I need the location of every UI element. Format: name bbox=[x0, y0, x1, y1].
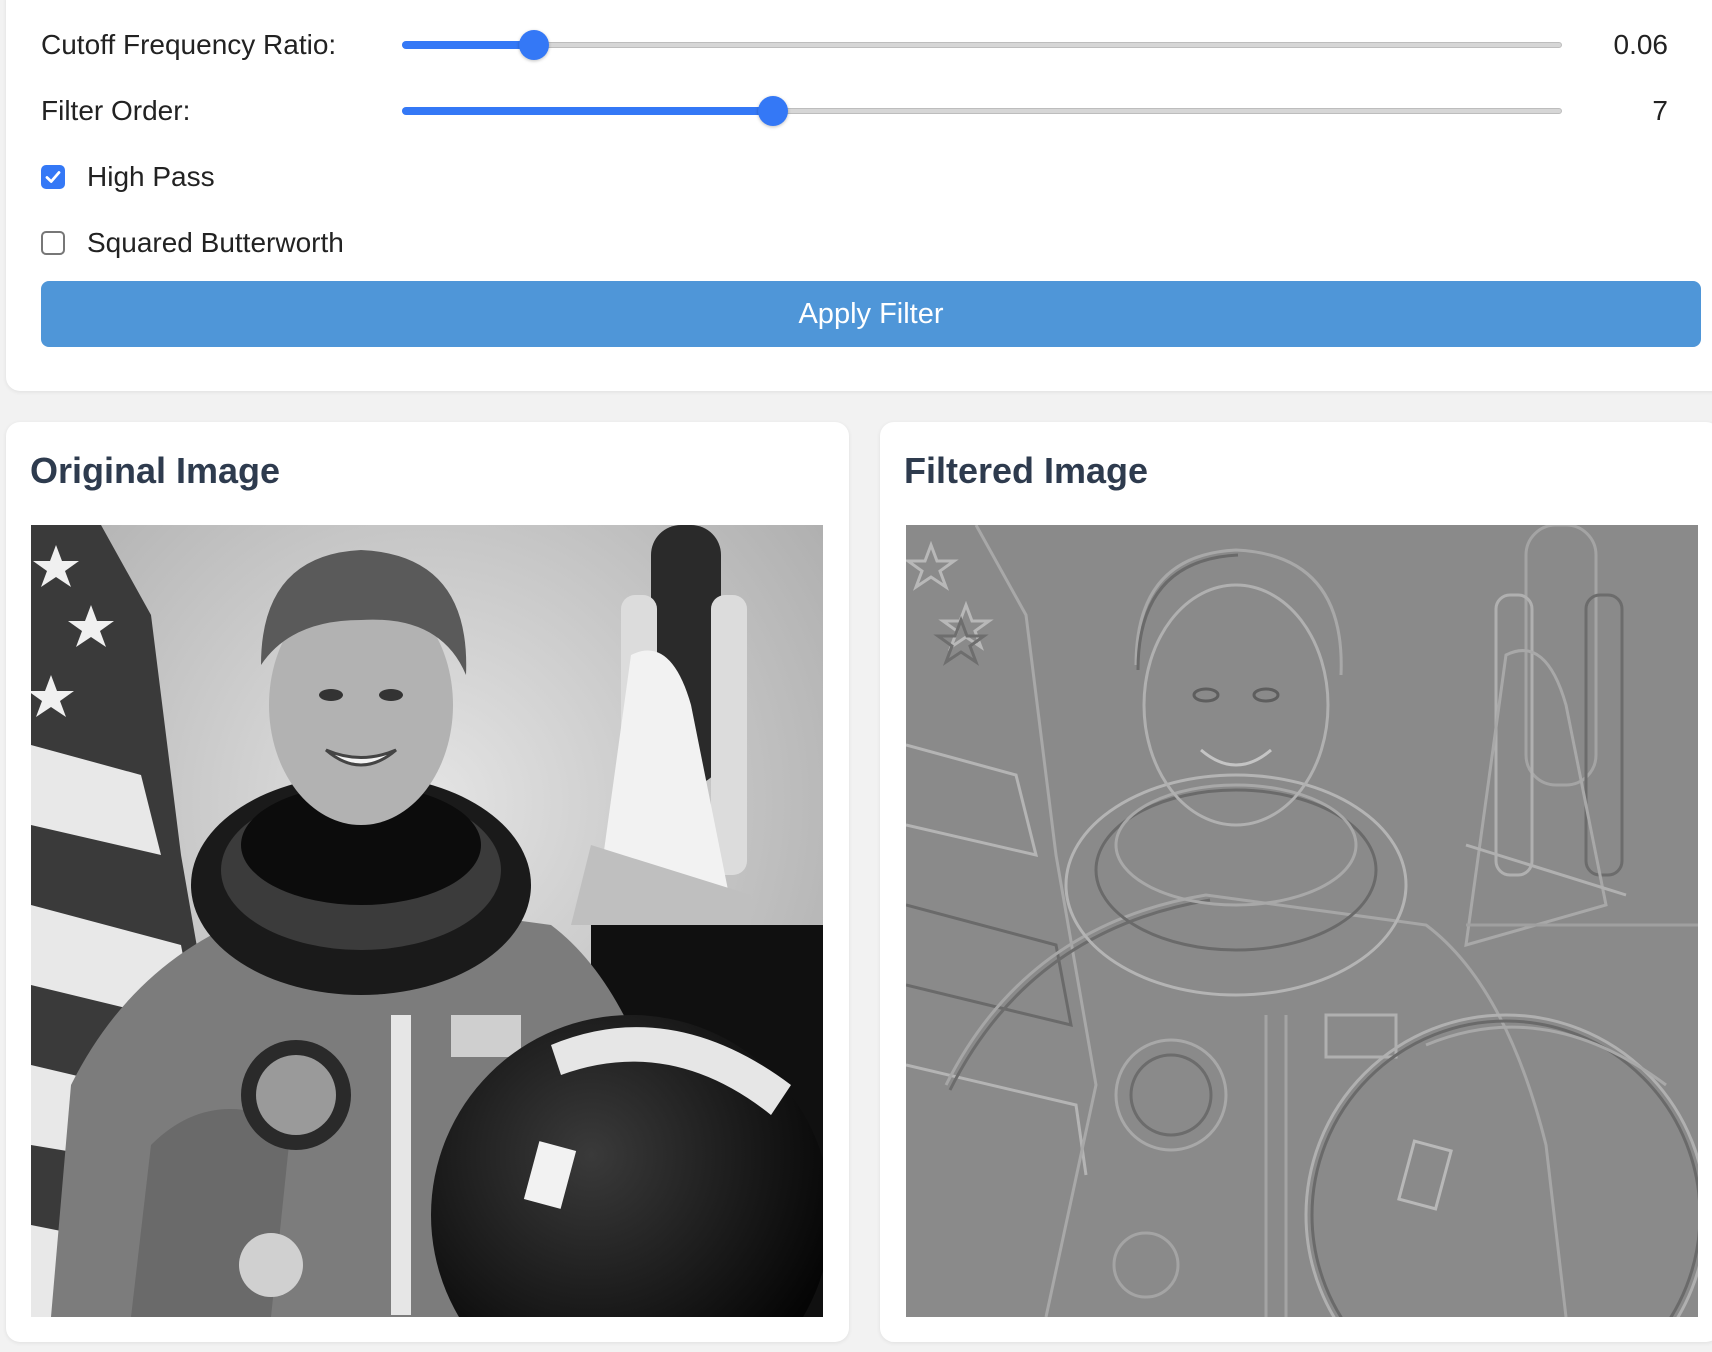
original-image bbox=[31, 525, 823, 1317]
cutoff-slider-thumb[interactable] bbox=[519, 30, 550, 60]
filtered-image-panel: Filtered Image bbox=[880, 422, 1712, 1342]
cutoff-slider[interactable] bbox=[402, 23, 1562, 67]
squared-butterworth-label[interactable]: Squared Butterworth bbox=[87, 227, 344, 259]
high-pass-label[interactable]: High Pass bbox=[87, 161, 215, 193]
original-image-title: Original Image bbox=[30, 450, 281, 491]
squared-butterworth-row[interactable]: Squared Butterworth bbox=[41, 221, 344, 265]
original-image-panel: Original Image bbox=[6, 422, 849, 1342]
apply-filter-button[interactable]: Apply Filter bbox=[41, 281, 1701, 347]
order-value: 7 bbox=[1652, 95, 1668, 126]
order-label: Filter Order: bbox=[41, 95, 191, 126]
filtered-astronaut-photo bbox=[906, 525, 1698, 1317]
checkmark-icon bbox=[45, 171, 61, 183]
filter-controls-panel: Cutoff Frequency Ratio: 0.06 Filter Orde… bbox=[6, 0, 1712, 391]
cutoff-slider-fill bbox=[402, 41, 535, 49]
filtered-image-title: Filtered Image bbox=[904, 450, 1149, 491]
cutoff-row: Cutoff Frequency Ratio: bbox=[41, 23, 336, 67]
order-slider-fill bbox=[402, 107, 774, 115]
order-slider-thumb[interactable] bbox=[758, 96, 789, 126]
order-slider[interactable] bbox=[402, 89, 1562, 133]
astronaut-photo bbox=[31, 525, 823, 1317]
filtered-image bbox=[906, 525, 1698, 1317]
high-pass-checkbox[interactable] bbox=[41, 165, 65, 189]
cutoff-value: 0.06 bbox=[1613, 29, 1669, 60]
high-pass-row[interactable]: High Pass bbox=[41, 155, 215, 199]
order-row: Filter Order: bbox=[41, 89, 190, 133]
cutoff-label: Cutoff Frequency Ratio: bbox=[41, 29, 337, 60]
cutoff-slider-track[interactable] bbox=[402, 42, 1562, 48]
squared-butterworth-checkbox[interactable] bbox=[41, 231, 65, 255]
